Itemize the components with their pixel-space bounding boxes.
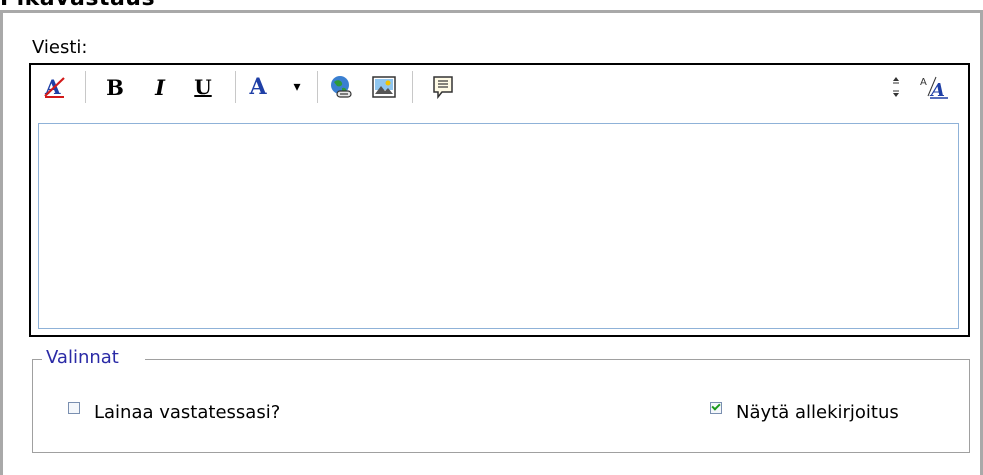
svg-text:A: A <box>920 77 927 88</box>
insert-quote-button[interactable] <box>430 73 456 101</box>
show-signature-label[interactable]: Näytä allekirjoitus <box>736 402 899 423</box>
remove-format-button[interactable]: A <box>41 73 69 101</box>
underline-button[interactable]: U <box>191 73 215 101</box>
options-legend: Valinnat <box>44 347 121 368</box>
insert-image-button[interactable] <box>369 73 399 101</box>
bold-button[interactable]: B <box>103 73 127 101</box>
toolbar-separator <box>317 71 318 103</box>
remove-format-icon: A <box>44 75 65 99</box>
toolbar-separator <box>412 71 413 103</box>
insert-link-button[interactable] <box>326 73 356 101</box>
rich-text-editor: A B I U A ▾ A A <box>29 63 970 337</box>
message-textarea[interactable] <box>38 123 959 329</box>
quote-reply-option: Lainaa vastatessasi? <box>68 401 280 423</box>
toolbar-separator <box>85 71 86 103</box>
quote-reply-checkbox[interactable] <box>68 401 80 414</box>
editor-toolbar: A B I U A ▾ A A <box>31 65 968 115</box>
globe-link-icon <box>331 76 352 98</box>
show-signature-checkbox[interactable] <box>710 401 722 414</box>
image-icon <box>372 76 396 98</box>
quote-icon <box>433 76 453 99</box>
resize-editor-button[interactable] <box>888 73 904 101</box>
toolbar-separator <box>235 71 236 103</box>
quote-reply-label[interactable]: Lainaa vastatessasi? <box>94 402 280 423</box>
italic-button[interactable]: I <box>148 73 172 101</box>
font-color-dropdown[interactable]: ▾ <box>289 73 305 101</box>
show-signature-option: Näytä allekirjoitus <box>710 401 899 423</box>
font-size-button[interactable]: A A <box>917 73 951 101</box>
font-color-button[interactable]: A <box>244 73 272 101</box>
resize-arrows-icon <box>893 77 899 97</box>
font-size-icon: A A <box>920 76 948 100</box>
message-label: Viesti: <box>32 37 88 58</box>
svg-text:A: A <box>929 80 945 100</box>
